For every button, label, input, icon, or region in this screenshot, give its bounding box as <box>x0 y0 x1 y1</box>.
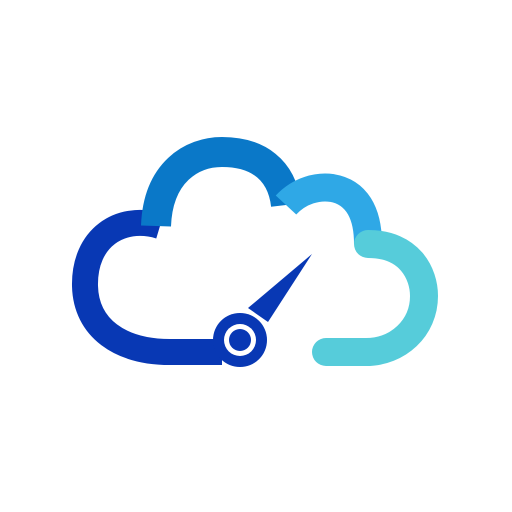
cloud-top-arc <box>141 136 301 228</box>
cloud-left-arc <box>71 209 222 365</box>
cloud-right-upper-arc <box>275 173 382 245</box>
gauge-needle <box>248 254 312 322</box>
app-icon-canvas <box>0 0 512 512</box>
cloud-speedometer-icon <box>71 136 439 367</box>
gauge-hub-center <box>229 329 251 351</box>
cloud-right-lower-arc <box>312 230 439 366</box>
